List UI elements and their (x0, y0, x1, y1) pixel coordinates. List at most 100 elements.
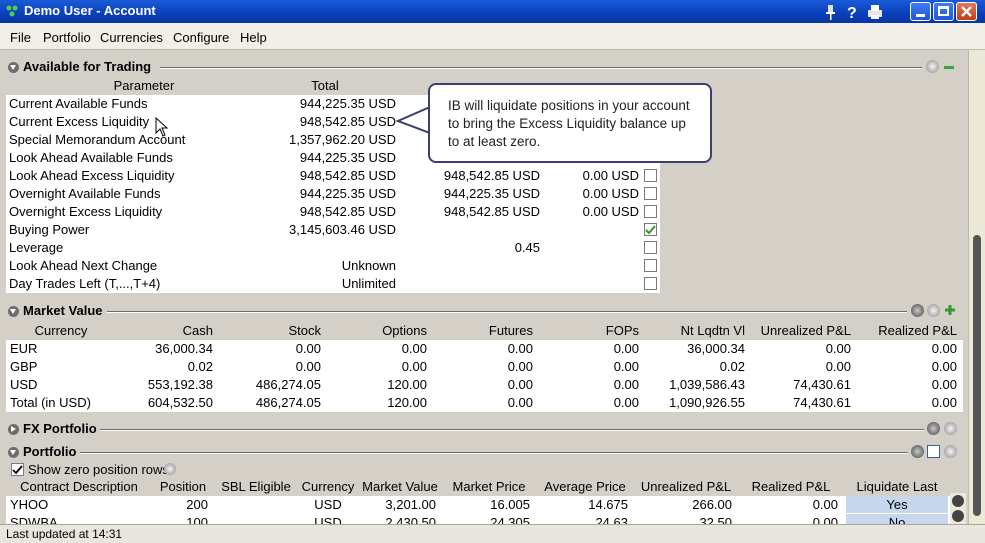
row-checkbox[interactable] (644, 205, 657, 218)
column-header[interactable]: Contract Description (6, 479, 152, 494)
value-cell: 0.00 USD (582, 204, 639, 219)
column-header[interactable]: Market Price (442, 479, 536, 494)
menu-currencies[interactable]: Currencies (100, 30, 163, 45)
table-row[interactable]: USD 553,192.38 486,274.05 120.00 0.00 0.00 1,0… (6, 376, 963, 394)
table-cell: USD (314, 497, 342, 512)
scroll-thumb[interactable] (973, 235, 981, 516)
table-cell: 0.00 (613, 395, 639, 410)
liquidate-last-cell[interactable]: Yes (846, 496, 948, 513)
info-icon[interactable] (164, 463, 176, 475)
menu-help[interactable]: Help (240, 30, 267, 45)
table-cell: 14.675 (588, 497, 628, 512)
value-cell: 944,225.35 USD (443, 186, 540, 201)
refresh-icon[interactable] (911, 445, 924, 458)
row-checkbox[interactable] (644, 259, 657, 272)
column-header[interactable]: Cash (116, 323, 213, 338)
table-row[interactable]: YHOO 200 USD 3,201.00 16.005 14.675 266.00 0.00… (6, 496, 950, 514)
row-checkbox[interactable] (644, 241, 657, 254)
show-zero-checkbox[interactable] (11, 463, 24, 476)
column-header[interactable]: Currency (298, 479, 358, 494)
help-icon[interactable]: ? (843, 3, 863, 21)
table-cell: 0.00 (401, 359, 427, 374)
column-header[interactable]: Options (324, 323, 427, 338)
main-scrollbar[interactable] (968, 50, 985, 524)
collapse-toggle-icon[interactable] (8, 306, 19, 317)
row-checkbox[interactable] (644, 223, 657, 236)
row-checkbox[interactable] (644, 169, 657, 182)
column-header[interactable]: Realized P&L (738, 479, 844, 494)
col-total[interactable]: Total (282, 78, 368, 93)
table-cell: 0.00 (825, 359, 851, 374)
column-header[interactable]: Position (152, 479, 214, 494)
market-table: Currency Cash Stock Options Futures FOPs Nt Lq… (6, 322, 963, 412)
menu-portfolio[interactable]: Portfolio (43, 30, 91, 45)
excess-liquidity-tooltip: IB will liquidate positions in your acco… (396, 83, 712, 163)
col-parameter[interactable]: Parameter (6, 78, 282, 93)
app-logo-icon (6, 5, 18, 17)
table-cell: 0.00 (613, 377, 639, 392)
table-row[interactable]: Total (in USD) 604,532.50 486,274.05 120.00… (6, 394, 963, 412)
settings-icon[interactable] (927, 304, 940, 317)
portfolio-table: Contract Description Position SBL Eligible… (6, 478, 950, 524)
total-cell: 1,357,962.20 USD (289, 132, 396, 147)
column-header[interactable]: Stock (216, 323, 321, 338)
menu-configure[interactable]: Configure (173, 30, 229, 45)
table-row[interactable]: SDWBA 100 USD 2,430.50 24.305 24.63 32.50 0.00 N… (6, 514, 950, 524)
row-checkbox[interactable] (644, 187, 657, 200)
window-icon[interactable] (927, 445, 940, 458)
settings-icon[interactable] (944, 445, 957, 458)
settings-icon[interactable] (926, 60, 939, 73)
minus-icon[interactable] (944, 66, 954, 69)
add-icon[interactable] (944, 304, 957, 317)
table-cell: 0.00 (812, 497, 838, 512)
value-cell: 948,542.85 USD (443, 204, 540, 219)
row-checkbox[interactable] (644, 277, 657, 290)
table-cell: GBP (10, 359, 38, 374)
maximize-button[interactable] (933, 2, 954, 21)
portfolio-scrollbar[interactable] (950, 493, 966, 524)
column-header[interactable]: Realized P&L (854, 323, 957, 338)
print-icon[interactable] (865, 3, 885, 21)
menu-file[interactable]: File (10, 30, 31, 45)
column-header[interactable]: FOPs (536, 323, 639, 338)
column-header[interactable]: Unrealized P&L (634, 479, 738, 494)
table-row[interactable]: Overnight Available Funds 944,225.35 USD 9… (6, 185, 660, 203)
collapse-toggle-icon[interactable] (8, 447, 19, 458)
table-cell: 200 (186, 497, 208, 512)
close-button[interactable] (956, 2, 977, 21)
market-table-header: Currency Cash Stock Options Futures FOPs Nt Lq… (6, 322, 963, 340)
table-row[interactable]: Buying Power 3,145,603.46 USD (6, 221, 660, 239)
liquidate-last-cell[interactable]: No (846, 514, 948, 524)
table-row[interactable]: GBP 0.02 0.00 0.00 0.00 0.00 0.02 0.00 0.00 (6, 358, 963, 376)
column-header[interactable]: Average Price (536, 479, 634, 494)
column-header[interactable]: Futures (430, 323, 533, 338)
table-row[interactable]: EUR 36,000.34 0.00 0.00 0.00 0.00 36,000.34 0.0… (6, 340, 963, 358)
table-row[interactable]: Look Ahead Next Change Unknown (6, 257, 660, 275)
minimize-button[interactable] (910, 2, 931, 21)
status-bar: Last updated at 14:31 (0, 524, 985, 543)
pin-icon[interactable] (820, 3, 840, 21)
market-section-header: Market Value (0, 302, 968, 320)
collapse-toggle-icon[interactable] (8, 62, 19, 73)
expand-toggle-icon[interactable] (8, 424, 19, 435)
table-cell: 486,274.05 (255, 395, 321, 410)
column-header[interactable]: SBL Eligible (214, 479, 298, 494)
table-cell: 266.00 (692, 497, 732, 512)
column-header[interactable]: Nt Lqdtn Vl (642, 323, 745, 338)
param-cell: Overnight Available Funds (9, 186, 161, 201)
table-cell: 0.00 (613, 341, 639, 356)
table-row[interactable]: Leverage 0.45 (6, 239, 660, 257)
column-header[interactable]: Unrealized P&L (748, 323, 851, 338)
table-row[interactable]: Day Trades Left (T,...,T+4) Unlimited (6, 275, 660, 293)
table-row[interactable]: Overnight Excess Liquidity 948,542.85 USD… (6, 203, 660, 221)
refresh-icon[interactable] (911, 304, 924, 317)
value-cell: 0.00 USD (582, 168, 639, 183)
settings-icon[interactable] (944, 422, 957, 435)
column-header[interactable]: Currency (6, 323, 116, 338)
scroll-down-icon[interactable] (952, 510, 964, 522)
scroll-up-icon[interactable] (952, 495, 964, 507)
table-row[interactable]: Look Ahead Excess Liquidity 948,542.85 US… (6, 167, 660, 185)
column-header[interactable]: Liquidate Last (844, 479, 950, 494)
refresh-icon[interactable] (927, 422, 940, 435)
column-header[interactable]: Market Value (358, 479, 442, 494)
